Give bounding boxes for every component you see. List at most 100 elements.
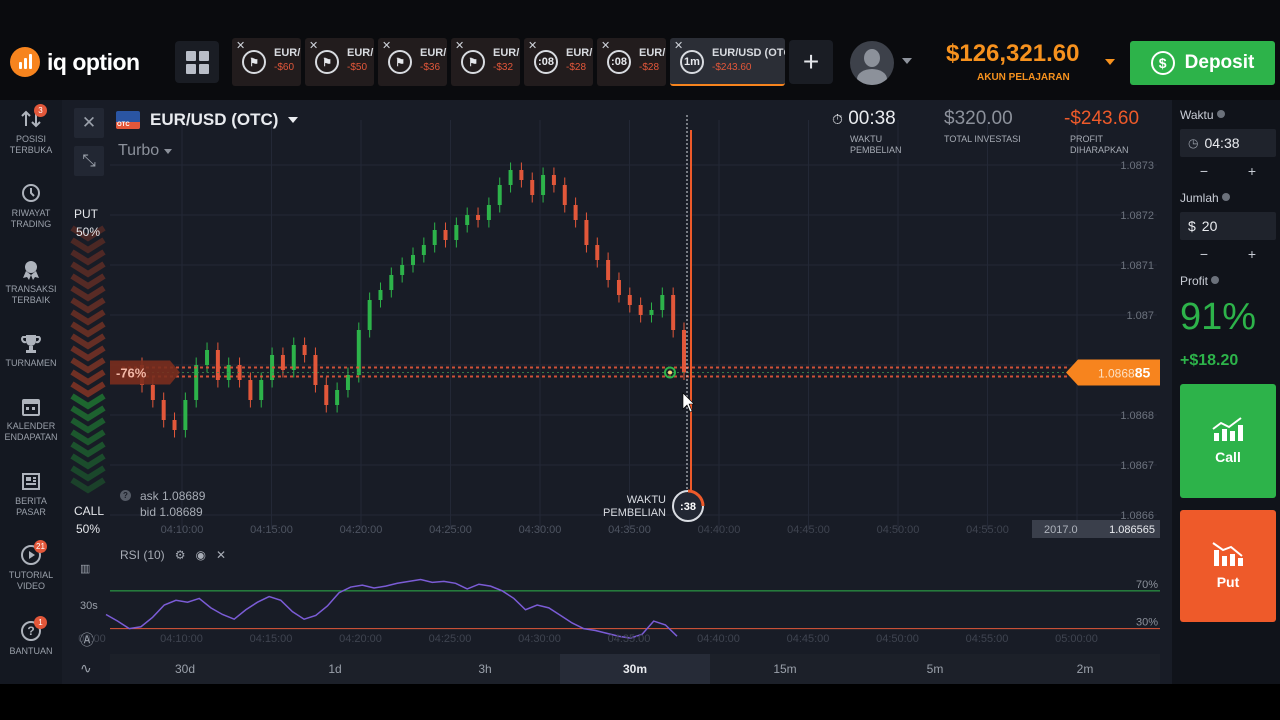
period-30m[interactable]: 30m (560, 654, 710, 684)
amount-stepper[interactable]: − + (1180, 246, 1276, 264)
candle (248, 380, 253, 400)
chart-area[interactable]: 1.08731.08721.08711.0871.08691.08681.086… (62, 100, 1172, 684)
period-2m[interactable]: 2m (1010, 654, 1160, 684)
sidebar-item-berita[interactable]: BERITA PASAR (0, 470, 62, 518)
balance-caret-icon[interactable] (1105, 59, 1115, 65)
sidebar-item-turnamen[interactable]: TURNAMEN (0, 332, 62, 369)
put-button[interactable]: Put (1180, 510, 1276, 622)
gear-icon[interactable]: ⚙ (175, 548, 186, 562)
logo[interactable]: iq option (10, 45, 140, 79)
period-5m[interactable]: 5m (860, 654, 1010, 684)
flag-icon: OTC (116, 111, 140, 129)
candle (671, 295, 676, 330)
call-button[interactable]: Call (1180, 384, 1276, 498)
add-asset-button[interactable]: + (789, 40, 833, 84)
asset-tab[interactable]: ✕:08 EUR/ -$28 (524, 38, 593, 86)
asset-tab[interactable]: ✕:08 EUR/ -$28 (597, 38, 666, 86)
tab-asset-name: EUR/ (347, 47, 374, 59)
tab-profit-loss: -$32 (493, 62, 514, 73)
candle (573, 205, 578, 220)
sidebar-item-tutorial[interactable]: 21 TUTORIAL VIDEO (0, 540, 62, 592)
mode-selector[interactable]: Turbo (118, 142, 173, 160)
time-stepper[interactable]: − + (1180, 163, 1276, 181)
close-icon[interactable]: ✕ (528, 39, 537, 52)
rsi-indicator-label: RSI (10) ⚙ ◉ ✕ (120, 548, 226, 562)
period-3h[interactable]: 3h (410, 654, 560, 684)
drawing-tool-icon[interactable]: Ⓐ (80, 630, 94, 650)
timer-icon: :08 (607, 50, 631, 74)
collapse-icon[interactable]: ⤡ (74, 146, 104, 176)
close-icon[interactable]: ✕ (309, 39, 318, 52)
balance-label: AKUN PELAJARAN (977, 72, 1070, 83)
eye-icon[interactable]: ◉ (195, 548, 205, 562)
close-icon[interactable]: ✕ (674, 39, 683, 52)
close-chart-button[interactable]: ✕ (74, 108, 104, 138)
candlestick-chart[interactable]: 1.08731.08721.08711.0871.08691.08681.086… (62, 100, 1172, 684)
candle (649, 310, 654, 315)
flag-icon: ⚑ (242, 50, 266, 74)
asset-selector[interactable]: OTC EUR/USD (OTC) (116, 110, 299, 130)
candle (324, 385, 329, 405)
sidebar-item-posisi[interactable]: 3 POSISI TERBUKA (0, 104, 62, 156)
asset-tab[interactable]: ✕ ⚑ EUR/ -$60 (232, 38, 301, 86)
avatar-caret-icon[interactable] (902, 58, 912, 64)
tab-profit-loss: -$50 (347, 62, 368, 73)
time-tick-label: 04:20:00 (340, 524, 383, 536)
balance-value[interactable]: $126,321.60 (946, 40, 1079, 68)
entry-point-dot (668, 370, 672, 375)
close-icon[interactable]: ✕ (236, 39, 245, 52)
amount-minus-button[interactable]: − (1200, 246, 1208, 264)
rsi-label: RSI (10) (120, 548, 165, 562)
sidebar-item-transaksi[interactable]: TRANSAKSI TERBAIK (0, 258, 62, 306)
close-icon[interactable]: ✕ (455, 39, 464, 52)
deposit-button[interactable]: $ Deposit (1130, 41, 1275, 85)
sidebar-item-bantuan[interactable]: ? 1 BANTUAN (0, 616, 62, 657)
sidebar-item-riwayat[interactable]: RIWAYAT TRADING (0, 182, 62, 230)
currency-symbol: $ (1188, 218, 1196, 234)
put-sentiment-label: PUT (74, 207, 98, 221)
amount-input[interactable]: $ 20 (1180, 212, 1276, 240)
rsi-line (105, 578, 678, 639)
apps-grid-button[interactable] (175, 41, 219, 83)
investment-value: $320.00 (944, 108, 1013, 129)
sidebar-item-kalender[interactable]: KALENDER ENDAPATAN (0, 395, 62, 443)
candle (530, 180, 535, 195)
amount-label: Jumlah (1180, 191, 1230, 205)
asset-tab[interactable]: ✕ ⚑ EUR/ -$50 (305, 38, 374, 86)
time-tick-label: 04:15:00 (250, 524, 293, 536)
time-minus-button[interactable]: − (1200, 163, 1208, 181)
time-tick-label: 04:50:00 (877, 524, 920, 536)
notification-badge: 21 (34, 540, 47, 553)
price-tick-label: 1.087 (1126, 310, 1154, 322)
time-tick-label: 04:35:00 (608, 524, 651, 536)
close-icon[interactable]: ✕ (601, 39, 610, 52)
asset-tab[interactable]: ✕ ⚑ EUR/ -$36 (378, 38, 447, 86)
close-icon[interactable]: ✕ (382, 39, 391, 52)
tab-asset-name: EUR/ (493, 47, 520, 59)
asset-tab[interactable]: ✕1m EUR/USD (OTC) -$243.60 (670, 38, 785, 86)
candle (497, 185, 502, 205)
candle (194, 365, 199, 400)
chart-type-icon[interactable]: ∿ (80, 660, 92, 677)
asset-tab[interactable]: ✕ ⚑ EUR/ -$32 (451, 38, 520, 86)
asset-name: EUR/USD (OTC) (150, 110, 279, 129)
candle (465, 215, 470, 225)
bottom-bar (0, 684, 1280, 720)
avatar[interactable] (850, 41, 894, 85)
candle (302, 345, 307, 355)
close-icon[interactable]: ✕ (216, 548, 226, 562)
logo-icon (10, 47, 40, 77)
period-15m[interactable]: 15m (710, 654, 860, 684)
candle (541, 175, 546, 195)
award-icon (23, 261, 39, 280)
amount-plus-button[interactable]: + (1248, 246, 1256, 264)
help-icon[interactable]: ? (120, 490, 131, 501)
period-30d[interactable]: 30d (110, 654, 260, 684)
indicators-icon[interactable]: ▥ (80, 562, 90, 575)
candle-timeframe[interactable]: 30s (80, 600, 98, 612)
current-price-label: 1.086885 (1098, 365, 1150, 381)
time-plus-button[interactable]: + (1248, 163, 1256, 181)
period-1d[interactable]: 1d (260, 654, 410, 684)
trophy-icon (21, 335, 41, 353)
time-input[interactable]: ◷ 04:38 (1180, 129, 1276, 157)
